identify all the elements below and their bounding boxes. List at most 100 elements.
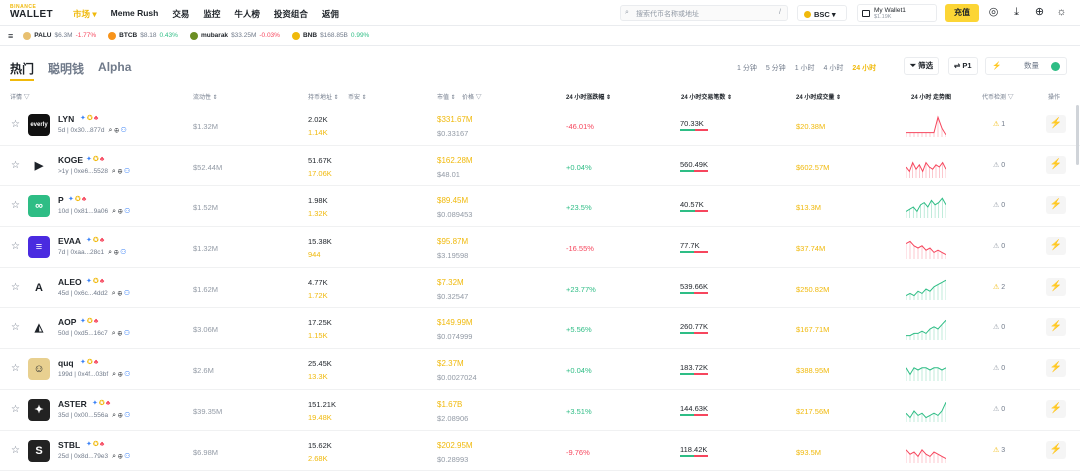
table-row[interactable]: ☆ A ALEO ✦✪♣ 45d | 0x6c...4dd2 ⌕ ⊕ ⚇ $1.62M 4.… xyxy=(0,268,1080,309)
table-row[interactable]: ☆ ≡ EVAA ✦✪♣ 7d | 0xaa...28c1 ⌕ ⊕ ⚇ $1.32M 15.… xyxy=(0,227,1080,268)
nav-item[interactable]: 返佣 xyxy=(322,8,339,20)
favorite-star-icon[interactable]: ☆ xyxy=(11,241,20,252)
timeframe-tab[interactable]: 24 小时 xyxy=(852,63,876,73)
nav-item[interactable]: 牛人榜 xyxy=(234,8,260,20)
token-address[interactable]: 0xe6...5528 xyxy=(74,168,108,175)
token-address[interactable]: 0xd5...16c7 xyxy=(74,330,108,337)
col-txns[interactable]: 24 小时交易笔数 ⇕ xyxy=(681,92,732,101)
token-name[interactable]: LYN xyxy=(58,114,74,124)
search-globe-user-icons[interactable]: ⌕ ⊕ ⚇ xyxy=(110,371,130,378)
favorite-star-icon[interactable]: ☆ xyxy=(11,445,20,456)
nav-item[interactable]: 市场 ▾ xyxy=(73,8,97,20)
risk-check[interactable]: ⚠ 0 xyxy=(993,201,1005,209)
risk-check[interactable]: ⚠ 0 xyxy=(993,323,1005,331)
col-liquidity[interactable]: 流动性 ⇕ xyxy=(193,92,218,101)
filter-button[interactable]: ⏷ 筛选 xyxy=(904,57,940,75)
risk-check[interactable]: ⚠ 0 xyxy=(993,364,1005,372)
token-name[interactable]: AOP xyxy=(58,317,76,327)
token-name[interactable]: EVAA xyxy=(58,236,81,246)
table-row[interactable]: ☆ ◭ AOP ✦✪♣ 50d | 0xd5...16c7 ⌕ ⊕ ⚇ $3.06M 17.… xyxy=(0,308,1080,350)
token-name[interactable]: STBL xyxy=(58,440,80,450)
token-address[interactable]: 0x81...9a06 xyxy=(74,208,108,215)
nav-item[interactable]: 监控 xyxy=(203,8,220,20)
quantity-toggle[interactable] xyxy=(1051,62,1060,71)
token-address[interactable]: 0x6c...4dd2 xyxy=(74,290,108,297)
table-row[interactable]: ☆ ∞ P ✦✪♣ 10d | 0x81...9a06 ⌕ ⊕ ⚇ $1.52M 1.98K… xyxy=(0,186,1080,228)
download-icon[interactable]: ⤓ xyxy=(1010,6,1023,19)
quick-buy-button[interactable]: ⚡ xyxy=(1046,115,1066,133)
col-detail[interactable]: 详情 ▽ xyxy=(10,92,30,101)
favorite-star-icon[interactable]: ☆ xyxy=(11,404,20,415)
favorite-star-icon[interactable]: ☆ xyxy=(11,119,20,130)
token-name[interactable]: quq xyxy=(58,358,74,368)
table-row[interactable]: ☆ S STBL ✦✪♣ 25d | 0x8d...79e3 ⌕ ⊕ ⚇ $6.98M 15… xyxy=(0,431,1080,472)
search-globe-user-icons[interactable]: ⌕ ⊕ ⚇ xyxy=(106,249,126,256)
col-mcap[interactable]: 市值 ⇕ xyxy=(437,92,456,101)
col-risk[interactable]: 代币检测 ▽ xyxy=(982,92,1014,101)
col-volume[interactable]: 24 小时成交量 ⇕ xyxy=(796,92,841,101)
p1-button[interactable]: ⇌ P1 xyxy=(948,57,978,75)
risk-check[interactable]: ⚠ 0 xyxy=(993,161,1005,169)
globe-icon[interactable]: ⊕ xyxy=(1033,6,1046,19)
quick-buy-button[interactable]: ⚡ xyxy=(1046,440,1066,459)
token-address[interactable]: 0xaa...28c1 xyxy=(71,249,105,256)
settings-sliders-icon[interactable]: ≡ xyxy=(8,31,13,41)
quick-buy-button[interactable]: ⚡ xyxy=(1046,237,1066,256)
quantity-input[interactable]: ⚡ 数量 xyxy=(985,57,1067,75)
risk-check[interactable]: ⚠ 0 xyxy=(993,242,1005,250)
search-globe-user-icons[interactable]: ⌕ ⊕ ⚇ xyxy=(110,290,130,297)
quick-buy-button[interactable]: ⚡ xyxy=(1046,196,1066,215)
tab-item[interactable]: 热门 xyxy=(10,60,35,81)
token-name[interactable]: ALEO xyxy=(58,277,82,287)
nav-item[interactable]: 交易 xyxy=(172,8,189,20)
risk-check[interactable]: ⚠ 3 xyxy=(993,446,1005,454)
scrollbar[interactable] xyxy=(1076,105,1079,165)
risk-check[interactable]: ⚠ 0 xyxy=(993,405,1005,413)
quick-buy-button[interactable]: ⚡ xyxy=(1046,399,1066,418)
recharge-button[interactable]: 充值 xyxy=(945,4,979,22)
account-icon[interactable]: ◎ xyxy=(987,6,1000,19)
table-row[interactable]: ☆ ✦ ASTER ✦✪♣ 35d | 0x00...556a ⌕ ⊕ ⚇ $39.35M… xyxy=(0,390,1080,431)
quick-buy-button[interactable]: ⚡ xyxy=(1046,277,1066,296)
col-price[interactable]: 价格 ▽ xyxy=(462,92,482,101)
table-row[interactable]: ☆ ☺ quq ✦✪♣ 199d | 0x4f...03bf ⌕ ⊕ ⚇ $2.6M 25.… xyxy=(0,349,1080,390)
col-tokens[interactable]: 币安 ⇕ xyxy=(348,92,367,101)
search-globe-user-icons[interactable]: ⌕ ⊕ ⚇ xyxy=(110,412,130,419)
tab-item[interactable]: Alpha xyxy=(98,60,131,81)
risk-check[interactable]: ⚠ 1 xyxy=(993,120,1005,128)
timeframe-tab[interactable]: 1 小时 xyxy=(795,63,815,73)
token-name[interactable]: P xyxy=(58,195,64,205)
ticker-item[interactable]: PALU $6.3M -1.77% xyxy=(23,31,96,40)
ticker-item[interactable]: mubarak $33.25M -0.03% xyxy=(189,31,280,40)
favorite-star-icon[interactable]: ☆ xyxy=(11,322,20,333)
binance-wallet-logo[interactable]: BINANCE WALLET xyxy=(10,5,53,20)
ticker-item[interactable]: BTCB $8.18 0.43% xyxy=(108,31,178,40)
token-name[interactable]: ASTER xyxy=(58,399,87,409)
search-input[interactable]: ⌕ 搜索代币名称或地址 / xyxy=(620,5,788,21)
nav-item[interactable]: 投资组合 xyxy=(274,8,308,20)
quick-buy-button[interactable]: ⚡ xyxy=(1046,318,1066,337)
nav-item[interactable]: Meme Rush xyxy=(111,8,159,20)
theme-icon[interactable]: ☼ xyxy=(1055,6,1068,19)
timeframe-tab[interactable]: 4 小时 xyxy=(824,63,844,73)
favorite-star-icon[interactable]: ☆ xyxy=(11,282,20,293)
tab-item[interactable]: 聪明钱 xyxy=(48,60,84,81)
search-globe-user-icons[interactable]: ⌕ ⊕ ⚇ xyxy=(110,168,130,175)
search-globe-user-icons[interactable]: ⌕ ⊕ ⚇ xyxy=(110,208,130,215)
table-row[interactable]: ☆ ▶ KOGE ✦✪♣ >1y | 0xe6...5528 ⌕ ⊕ ⚇ $52.44M 5… xyxy=(0,146,1080,187)
wallet-selector[interactable]: My Wallet1 $1.19K xyxy=(857,4,937,22)
token-address[interactable]: 0x8d...79e3 xyxy=(74,453,108,460)
search-globe-user-icons[interactable]: ⌕ ⊕ ⚇ xyxy=(110,330,130,337)
token-address[interactable]: 0x30...877d xyxy=(71,127,105,134)
network-selector[interactable]: BSC ▾ xyxy=(797,5,847,21)
search-globe-user-icons[interactable]: ⌕ ⊕ ⚇ xyxy=(107,127,126,134)
favorite-star-icon[interactable]: ☆ xyxy=(11,363,20,374)
col-holders[interactable]: 持币地址 ⇕ xyxy=(308,92,339,101)
ticker-item[interactable]: BNB $168.85B 0.99% xyxy=(291,31,369,40)
timeframe-tab[interactable]: 1 分钟 xyxy=(737,63,757,73)
token-address[interactable]: 0x4f...03bf xyxy=(78,371,108,378)
quick-buy-button[interactable]: ⚡ xyxy=(1046,359,1066,378)
risk-check[interactable]: ⚠ 2 xyxy=(993,283,1005,291)
token-address[interactable]: 0x00...556a xyxy=(74,412,108,419)
table-row[interactable]: ☆ everly LYN ✦✪♣ 5d | 0x30...877d ⌕ ⊕ ⚇ $1.32… xyxy=(0,105,1080,146)
